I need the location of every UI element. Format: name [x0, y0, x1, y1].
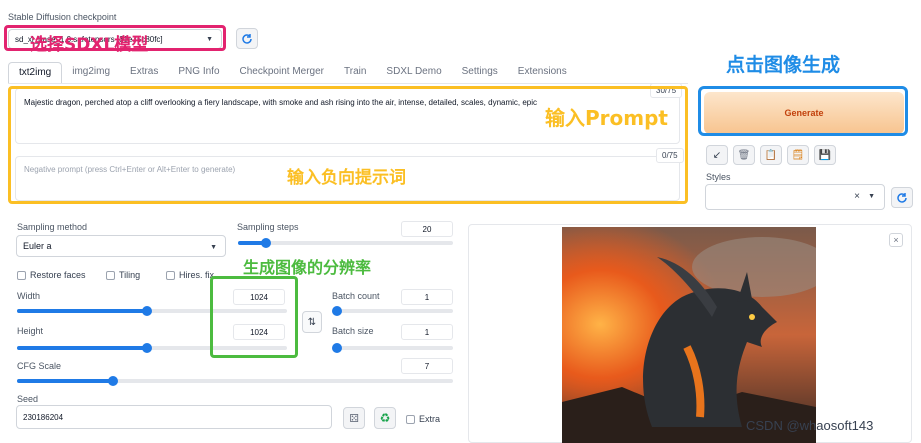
tab-checkpoint-merger[interactable]: Checkpoint Merger [230, 62, 334, 84]
sampling-method-select[interactable]: Euler a ▼ [16, 235, 226, 257]
clipboard-icon: 📋 [764, 149, 778, 161]
extra-networks-button[interactable]: 🗒 [787, 145, 809, 165]
styles-select[interactable]: × ▼ [705, 184, 885, 210]
restore-faces-label: Restore faces [30, 270, 86, 280]
swap-dimensions-button[interactable]: ⇅ [302, 311, 322, 333]
sampling-method-label: Sampling method [17, 222, 88, 232]
refresh-checkpoint-button[interactable] [236, 28, 258, 49]
chevron-down-icon: ▼ [210, 244, 217, 251]
checkbox-box [106, 270, 115, 280]
clear-icon[interactable]: × [854, 191, 860, 202]
tab-train[interactable]: Train [334, 62, 376, 84]
save-icon: 💾 [818, 149, 832, 161]
hires-fix-checkbox[interactable]: Hires. fix [166, 270, 214, 280]
dice-icon: ⚄ [349, 412, 359, 425]
batch-size-label: Batch size [332, 326, 374, 336]
chevron-down-icon: ▼ [868, 193, 875, 200]
annotation-negative-prompt: 输入负向提示词 [287, 168, 406, 188]
output-gallery: × [468, 224, 912, 443]
save-style-button[interactable]: 💾 [814, 145, 836, 165]
seed-label: Seed [17, 394, 39, 404]
refresh-icon [242, 33, 252, 44]
sampling-method-value: Euler a [23, 241, 52, 251]
tab-img2img[interactable]: img2img [62, 62, 120, 84]
extra-seed-label: Extra [419, 414, 441, 424]
refresh-styles-button[interactable] [891, 187, 913, 208]
annotation-box-generate [698, 86, 908, 136]
arrow-down-left-icon: ↙ [712, 149, 722, 161]
annotation-checkpoint: 选择SDXL模型 [30, 35, 149, 55]
read-params-button[interactable]: ↙ [706, 145, 728, 165]
tab-txt2img[interactable]: txt2img [8, 62, 63, 84]
annotation-generate: 点击图像生成 [726, 54, 841, 76]
card-icon: 🗒 [791, 149, 805, 161]
tab-settings[interactable]: Settings [452, 62, 508, 84]
restore-faces-checkbox[interactable]: Restore faces [17, 270, 86, 280]
batch-count-input[interactable]: 1 [401, 289, 453, 305]
checkbox-box [17, 270, 26, 280]
checkbox-box [166, 270, 175, 280]
tab-bar: txt2img img2img Extras PNG Info Checkpoi… [8, 62, 577, 84]
seed-input[interactable]: 230186204 [16, 405, 332, 429]
hires-fix-label: Hires. fix [179, 270, 215, 280]
extra-seed-checkbox[interactable]: Extra [406, 414, 440, 424]
reuse-seed-button[interactable]: ♻ [374, 407, 396, 429]
checkpoint-label: Stable Diffusion checkpoint [8, 12, 117, 22]
random-seed-button[interactable]: ⚄ [343, 407, 365, 429]
tab-divider [8, 83, 688, 84]
annotation-resolution: 生成图像的分辨率 [243, 258, 372, 277]
batch-size-slider[interactable] [332, 343, 453, 353]
styles-label: Styles [706, 172, 731, 182]
cfg-scale-input[interactable]: 7 [401, 358, 453, 374]
checkbox-box [406, 414, 415, 424]
tab-extras[interactable]: Extras [120, 62, 168, 84]
tab-extensions[interactable]: Extensions [508, 62, 577, 84]
swap-icon: ⇅ [307, 316, 317, 328]
tab-sdxl-demo[interactable]: SDXL Demo [376, 62, 451, 84]
recycle-icon: ♻ [379, 411, 391, 425]
close-icon[interactable]: × [889, 233, 903, 247]
apply-styles-button[interactable]: 📋 [760, 145, 782, 165]
batch-size-input[interactable]: 1 [401, 324, 453, 340]
annotation-box-resolution [210, 276, 298, 358]
cfg-scale-label: CFG Scale [17, 361, 62, 371]
trash-icon: 🗑 [737, 149, 751, 161]
tiling-checkbox[interactable]: Tiling [106, 270, 140, 280]
tab-png-info[interactable]: PNG Info [168, 62, 229, 84]
watermark: CSDN @whaosoft143 [746, 418, 874, 433]
sampling-steps-label: Sampling steps [237, 222, 299, 232]
annotation-prompt: 输入Prompt [545, 106, 668, 130]
sampling-steps-slider[interactable] [238, 238, 453, 248]
sampling-steps-input[interactable]: 20 [401, 221, 453, 237]
cfg-scale-slider[interactable] [17, 376, 453, 386]
refresh-icon [897, 192, 907, 203]
width-label: Width [17, 291, 41, 301]
batch-count-label: Batch count [332, 291, 380, 301]
batch-count-slider[interactable] [332, 306, 453, 316]
generated-image[interactable] [562, 227, 816, 443]
tiling-label: Tiling [119, 270, 141, 280]
height-label: Height [17, 326, 44, 336]
clear-prompt-button[interactable]: 🗑 [733, 145, 755, 165]
